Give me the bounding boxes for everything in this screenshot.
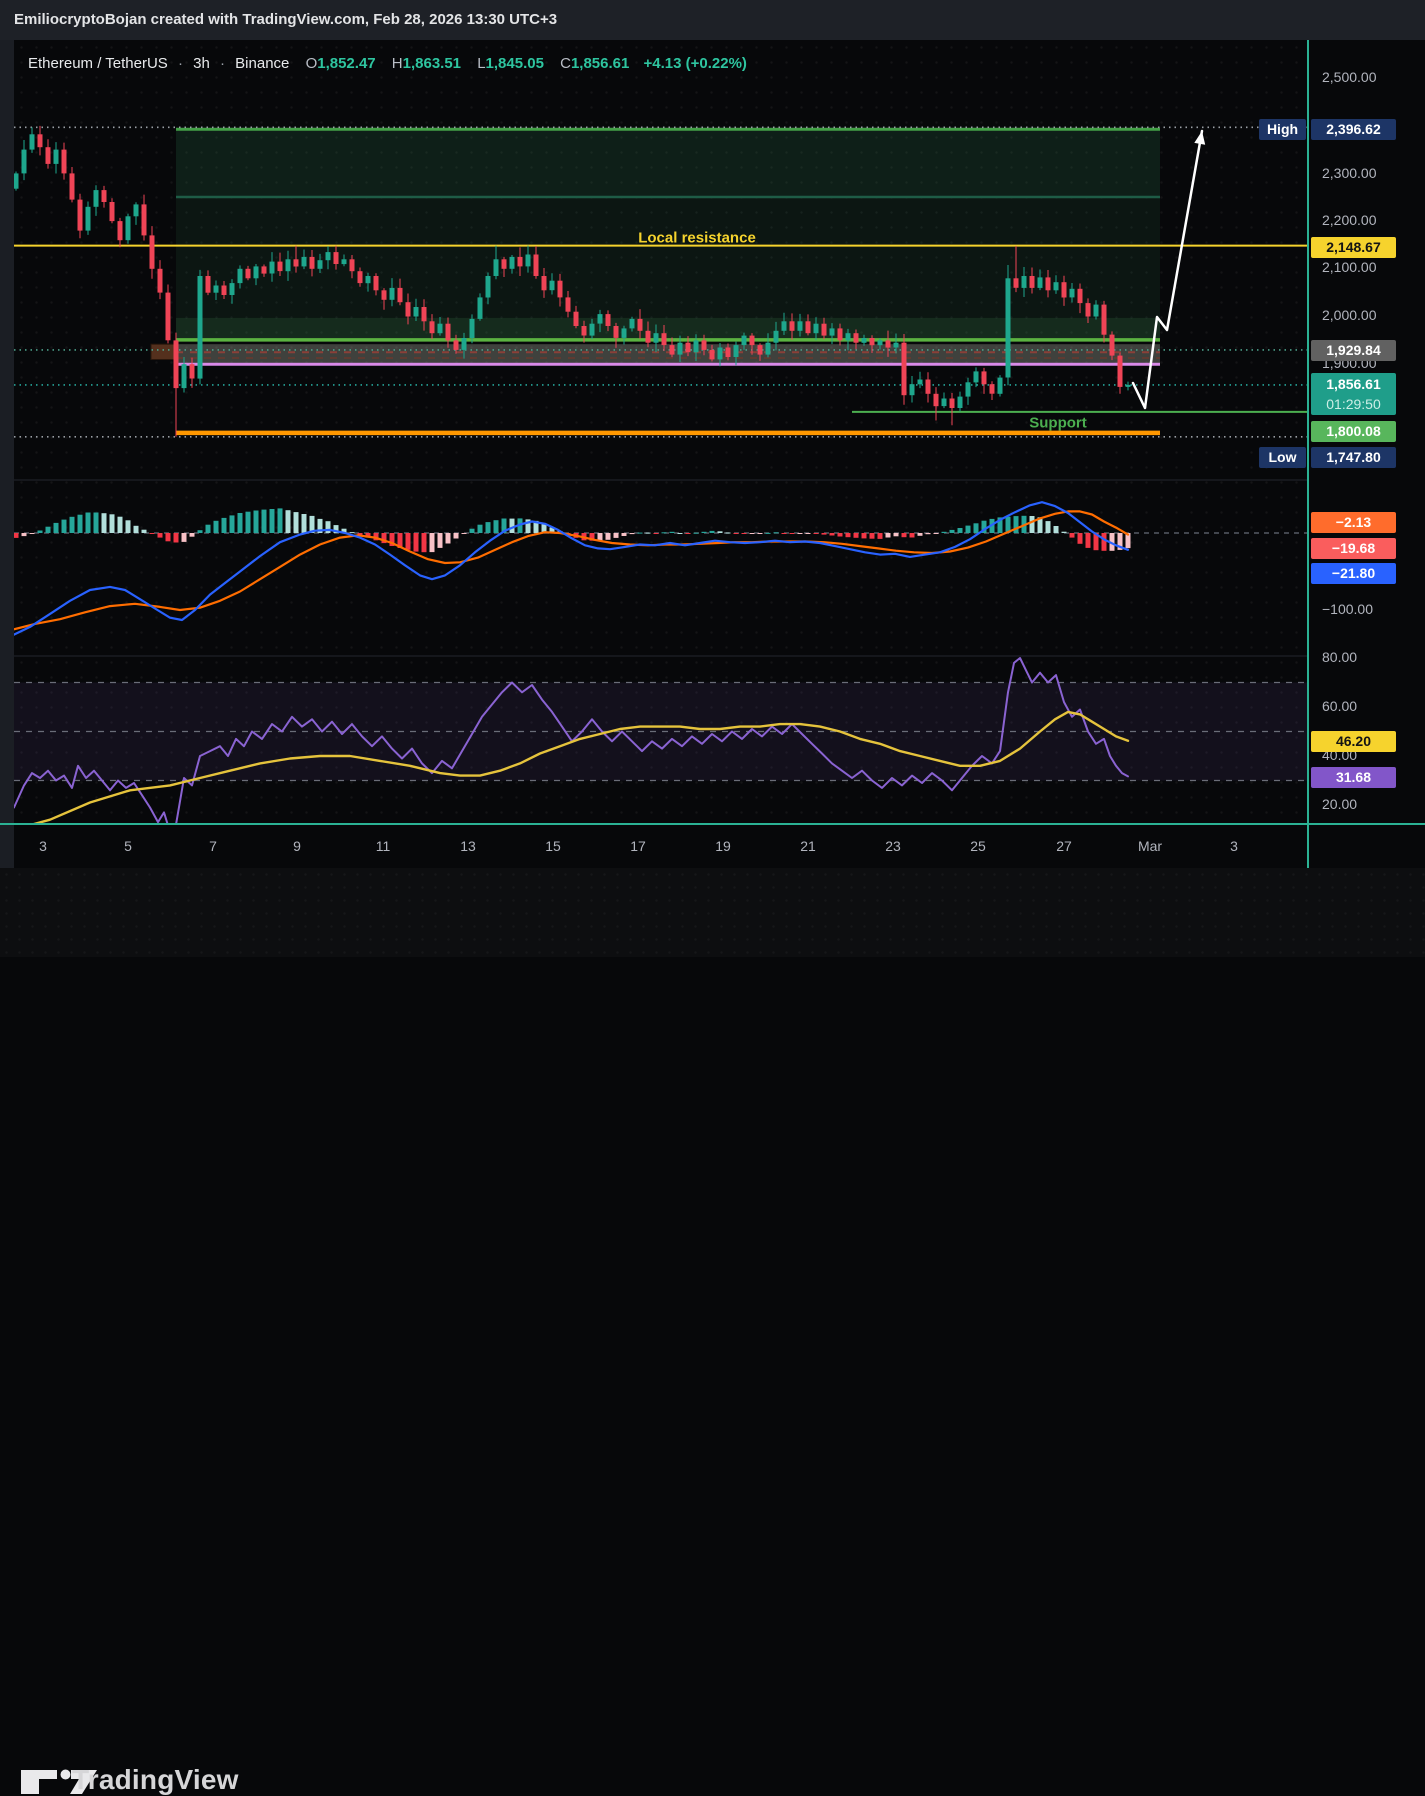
price-axis-label: 20.00	[1322, 796, 1357, 812]
price-axis-label: 2,300.00	[1322, 165, 1377, 181]
price-axis-label: −100.00	[1322, 601, 1373, 617]
tradingview-screenshot: EmiliocryptoBojan created with TradingVi…	[0, 0, 1425, 957]
price-badge: 2,148.67	[1311, 237, 1396, 258]
local-resistance-label[interactable]: Local resistance	[638, 230, 756, 247]
time-axis-label: 7	[183, 838, 243, 854]
price-axis-label: 80.00	[1322, 649, 1357, 665]
price-badge: −19.68	[1311, 538, 1396, 559]
time-axis-label: 5	[98, 838, 158, 854]
time-axis-label: 3	[1204, 838, 1264, 854]
price-axis-label: 2,500.00	[1322, 69, 1377, 85]
time-axis-separator	[0, 823, 1425, 825]
time-axis-label: Mar	[1120, 838, 1180, 854]
left-gutter	[0, 40, 14, 868]
interval-label[interactable]: 3h	[193, 55, 210, 72]
low-value: 1,845.05	[486, 55, 544, 72]
time-axis-label: 9	[267, 838, 327, 854]
time-axis-label: 19	[693, 838, 753, 854]
low-key: L	[477, 55, 485, 72]
price-axis-label: 2,100.00	[1322, 259, 1377, 275]
macd-lines	[14, 502, 1128, 634]
open-key: O	[306, 55, 318, 72]
time-axis-label: 27	[1034, 838, 1094, 854]
time-axis-label: 3	[13, 838, 73, 854]
low-marker-label: Low	[1259, 447, 1306, 468]
price-badge: −2.13	[1311, 512, 1396, 533]
price-badge: 46.20	[1311, 731, 1396, 752]
time-axis-label: 11	[353, 838, 413, 854]
price-badge: 1,800.08	[1311, 421, 1396, 442]
time-axis-label: 23	[863, 838, 923, 854]
tradingview-wordmark[interactable]: TradingView	[72, 1764, 239, 1796]
open-value: 1,852.47	[317, 55, 375, 72]
current-price-badge: 1,856.6101:29:50	[1311, 373, 1396, 415]
close-key: C	[560, 55, 571, 72]
change-value: +4.13 (+0.22%)	[644, 55, 747, 72]
price-axis-label: 2,000.00	[1322, 307, 1377, 323]
symbol-name[interactable]: Ethereum / TetherUS	[28, 55, 168, 72]
watermark-bar: EmiliocryptoBojan created with TradingVi…	[0, 0, 1425, 40]
price-badge: 2,396.62	[1311, 119, 1396, 140]
legend-separator: ·	[220, 55, 225, 72]
price-badge: 31.68	[1311, 767, 1396, 788]
price-axis-label: 2,200.00	[1322, 212, 1377, 228]
symbol-legend[interactable]: Ethereum / TetherUS · 3h · Binance O1,85…	[28, 55, 747, 72]
watermark-text: EmiliocryptoBojan created with TradingVi…	[14, 11, 557, 28]
time-axis-label: 15	[523, 838, 583, 854]
high-key: H	[392, 55, 403, 72]
time-axis-label: 13	[438, 838, 498, 854]
exchange-label: Binance	[235, 55, 289, 72]
time-axis-label: 25	[948, 838, 1008, 854]
time-axis-label: 21	[778, 838, 838, 854]
close-value: 1,856.61	[571, 55, 629, 72]
price-badge: 1,929.84	[1311, 340, 1396, 361]
footer-bar: TradingView	[0, 868, 1425, 957]
price-axis-separator	[1307, 40, 1309, 868]
price-badge: 1,747.80	[1311, 447, 1396, 468]
main-chart-canvas[interactable]	[14, 40, 1308, 824]
high-value: 1,863.51	[403, 55, 461, 72]
high-marker-label: High	[1259, 119, 1306, 140]
macd-histogram	[14, 508, 1131, 552]
time-axis-label: 17	[608, 838, 668, 854]
legend-separator: ·	[178, 55, 183, 72]
price-axis-label: 60.00	[1322, 698, 1357, 714]
support-label[interactable]: Support	[1029, 415, 1087, 432]
price-badge: −21.80	[1311, 563, 1396, 584]
